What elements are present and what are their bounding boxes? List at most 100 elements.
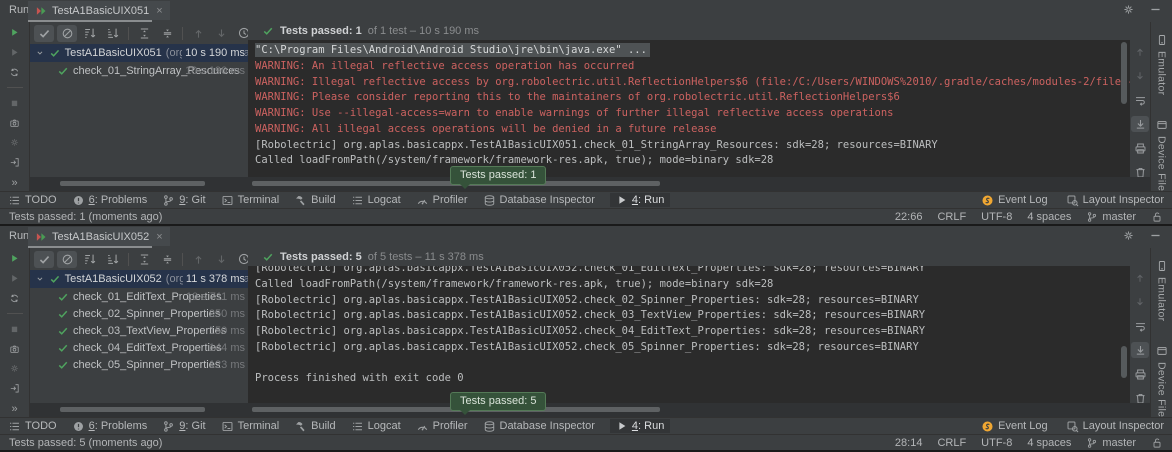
scroll-to-end-button[interactable]: [1131, 342, 1149, 358]
tree-row-test[interactable]: check_01_EditText_Properties 10 s 711 ms: [30, 288, 248, 305]
scroll-up-button[interactable]: [1131, 44, 1149, 60]
event-log-button[interactable]: Event Log: [981, 194, 1048, 207]
previous-failed-button[interactable]: [188, 25, 208, 42]
strip-more-chevron[interactable]: »: [11, 177, 17, 189]
console-output[interactable]: [Robolectric] org.aplas.basicappx.TestA1…: [248, 266, 1130, 403]
tree-row-test[interactable]: check_02_Spinner_Properties 250 ms: [30, 305, 248, 322]
gear-x-icon[interactable]: [7, 137, 22, 148]
rerun-failed-icon[interactable]: [7, 47, 22, 58]
rerun-icon[interactable]: [7, 253, 22, 264]
toolbar-git[interactable]: 9: Git: [162, 194, 205, 207]
chevron-down-icon[interactable]: [35, 274, 45, 284]
test-history-button[interactable]: [234, 251, 248, 268]
tree-horizontal-scrollbar[interactable]: [60, 181, 205, 186]
toolbar-todo[interactable]: TODO: [8, 194, 57, 207]
camera-icon[interactable]: [7, 344, 22, 355]
unlock-icon[interactable]: [1151, 211, 1163, 223]
tree-row-suite[interactable]: TestA1BasicUIX051 (org.aplas.basica 10 s…: [30, 44, 248, 62]
tree-row-test[interactable]: check_04_EditText_Properties 144 ms: [30, 339, 248, 356]
toolbar-git[interactable]: 9: Git: [162, 420, 205, 433]
enter-icon[interactable]: [7, 383, 22, 394]
chevron-down-icon[interactable]: [35, 48, 45, 58]
dock-emulator[interactable]: Emulator: [1156, 260, 1168, 321]
toolbar-profiler[interactable]: Profiler: [416, 420, 468, 433]
auto-test-icon[interactable]: [7, 67, 22, 78]
scroll-down-button[interactable]: [1131, 68, 1149, 84]
toolbar-database-inspector[interactable]: Database Inspector: [483, 420, 595, 433]
previous-failed-button[interactable]: [188, 251, 208, 268]
console-vertical-scrollbar[interactable]: [1121, 346, 1127, 378]
toolbar-build[interactable]: Build: [294, 194, 335, 207]
stop-icon[interactable]: [7, 98, 22, 109]
layout-inspector-button[interactable]: Layout Inspector: [1066, 420, 1164, 433]
toolbar-terminal[interactable]: Terminal: [221, 194, 280, 207]
event-log-button[interactable]: Event Log: [981, 420, 1048, 433]
print-button[interactable]: [1131, 140, 1149, 156]
gear-icon[interactable]: [1122, 229, 1135, 242]
line-separator[interactable]: CRLF: [937, 211, 966, 223]
git-branch[interactable]: master: [1086, 211, 1136, 223]
caret-position[interactable]: 22:66: [895, 211, 923, 223]
stop-icon[interactable]: [7, 324, 22, 335]
toolbar-terminal[interactable]: Terminal: [221, 420, 280, 433]
indent-setting[interactable]: 4 spaces: [1027, 211, 1071, 223]
show-passed-button[interactable]: [34, 25, 54, 42]
expand-all-button[interactable]: [134, 25, 154, 42]
rerun-icon[interactable]: [7, 27, 22, 38]
scroll-down-button[interactable]: [1131, 294, 1149, 310]
caret-position[interactable]: 28:14: [895, 437, 923, 449]
sort-alphabetically-button[interactable]: [80, 25, 100, 42]
toolbar-logcat[interactable]: Logcat: [351, 194, 401, 207]
toolbar-build[interactable]: Build: [294, 420, 335, 433]
collapse-all-button[interactable]: [157, 25, 177, 42]
layout-inspector-button[interactable]: Layout Inspector: [1066, 194, 1164, 207]
collapse-all-button[interactable]: [157, 251, 177, 268]
sort-by-duration-button[interactable]: [103, 25, 123, 42]
gear-x-icon[interactable]: [7, 363, 22, 374]
show-ignored-button[interactable]: [57, 251, 77, 268]
show-passed-button[interactable]: [34, 251, 54, 268]
toolbar-todo[interactable]: TODO: [8, 420, 57, 433]
tree-row-test[interactable]: check_03_TextView_Properties 150 ms: [30, 322, 248, 339]
toolbar-run[interactable]: 4: Run: [610, 193, 670, 207]
file-encoding[interactable]: UTF-8: [981, 211, 1012, 223]
dock-emulator[interactable]: Emulator: [1156, 34, 1168, 95]
toolbar-problems[interactable]: 6: Problems: [72, 420, 148, 433]
unlock-icon[interactable]: [1151, 437, 1163, 449]
show-ignored-button[interactable]: [57, 25, 77, 42]
scroll-to-end-button[interactable]: [1131, 116, 1149, 132]
toolbar-problems[interactable]: 6: Problems: [72, 194, 148, 207]
close-icon[interactable]: ×: [156, 231, 162, 243]
tree-row-test[interactable]: check_05_Spinner_Properties 123 ms: [30, 356, 248, 373]
hide-window-icon[interactable]: [1149, 3, 1162, 16]
sort-by-duration-button[interactable]: [103, 251, 123, 268]
tree-row-test[interactable]: check_01_StringArray_Resources 10 s 190 …: [30, 62, 248, 79]
close-icon[interactable]: ×: [156, 5, 162, 17]
console-vertical-scrollbar[interactable]: [1121, 42, 1127, 104]
toolbar-profiler[interactable]: Profiler: [416, 194, 468, 207]
run-tab[interactable]: TestA1BasicUIX052 ×: [28, 227, 170, 246]
soft-wrap-button[interactable]: [1131, 318, 1149, 334]
hide-window-icon[interactable]: [1149, 229, 1162, 242]
scroll-up-button[interactable]: [1131, 270, 1149, 286]
camera-icon[interactable]: [7, 118, 22, 129]
indent-setting[interactable]: 4 spaces: [1027, 437, 1071, 449]
toolbar-run[interactable]: 4: Run: [610, 419, 670, 433]
next-failed-button[interactable]: [211, 251, 231, 268]
test-history-button[interactable]: [234, 25, 248, 42]
toolbar-database-inspector[interactable]: Database Inspector: [483, 194, 595, 207]
strip-more-chevron[interactable]: »: [11, 403, 17, 415]
line-separator[interactable]: CRLF: [937, 437, 966, 449]
auto-test-icon[interactable]: [7, 293, 22, 304]
run-tab[interactable]: TestA1BasicUIX051 ×: [28, 1, 170, 20]
expand-all-button[interactable]: [134, 251, 154, 268]
soft-wrap-button[interactable]: [1131, 92, 1149, 108]
print-button[interactable]: [1131, 366, 1149, 382]
file-encoding[interactable]: UTF-8: [981, 437, 1012, 449]
tree-horizontal-scrollbar[interactable]: [60, 407, 205, 412]
rerun-failed-icon[interactable]: [7, 273, 22, 284]
enter-icon[interactable]: [7, 157, 22, 168]
next-failed-button[interactable]: [211, 25, 231, 42]
git-branch[interactable]: master: [1086, 437, 1136, 449]
toolbar-logcat[interactable]: Logcat: [351, 420, 401, 433]
